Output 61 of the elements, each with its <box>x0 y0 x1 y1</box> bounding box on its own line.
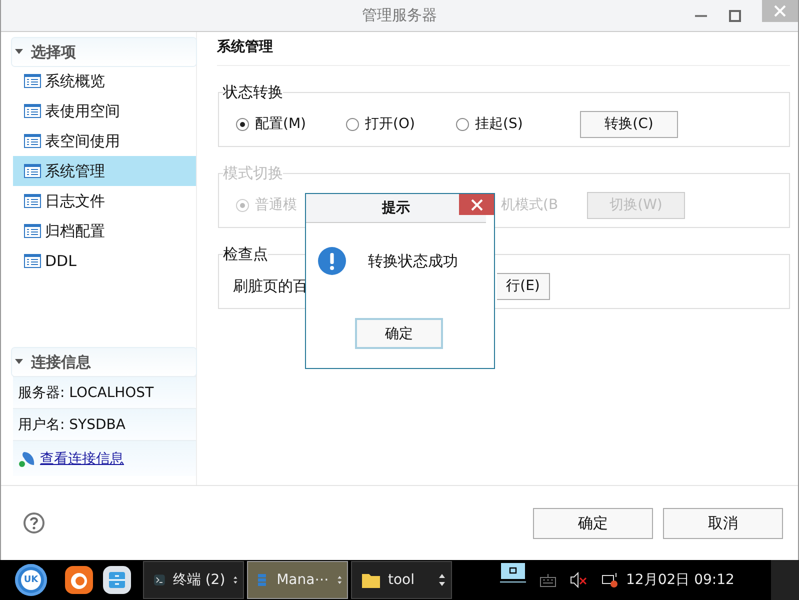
radio-label: 普通模 <box>255 196 297 214</box>
workspace-icon[interactable] <box>500 562 526 584</box>
group-title: 状态转换 <box>223 83 283 102</box>
info-text: 用户名: SYSDBA <box>18 416 126 434</box>
ok-button[interactable]: 确定 <box>355 318 443 349</box>
muted-speaker-icon[interactable] <box>570 572 588 588</box>
browser-icon[interactable] <box>65 566 93 594</box>
list-icon <box>24 224 41 238</box>
info-text: 服务器: LOCALHOST <box>18 384 154 402</box>
list-icon <box>24 104 41 118</box>
dialog-button[interactable]: 确定 <box>533 508 653 538</box>
dialog-button[interactable]: 取消 <box>663 508 783 538</box>
radio-label: 打开(O) <box>365 115 415 133</box>
field-label: 刷脏页的百 <box>233 276 309 296</box>
section-header[interactable]: 连接信息 <box>12 348 196 376</box>
taskbar-button[interactable]: Mana⋯ <box>247 561 348 599</box>
close-button[interactable] <box>459 194 494 215</box>
group-title: 检查点 <box>223 245 268 264</box>
radio-button[interactable] <box>236 118 249 130</box>
spinner-arrows-icon <box>438 572 446 588</box>
list-icon <box>24 254 41 268</box>
sidebar-item[interactable]: 系统概览 <box>13 66 196 96</box>
keyboard-icon[interactable] <box>540 573 556 587</box>
list-icon <box>24 194 41 208</box>
sidebar-item[interactable]: DDL <box>13 246 196 276</box>
convert-button[interactable]: 转换(C) <box>580 110 678 138</box>
help-icon[interactable] <box>23 512 45 534</box>
sidebar-item[interactable]: 归档配置 <box>13 216 196 246</box>
sidebar-item[interactable]: 系统管理 <box>13 156 196 186</box>
caret-icon[interactable] <box>15 359 23 365</box>
taskbar-button[interactable]: 终端 (2) <box>143 561 244 599</box>
dialog-message: 转换状态成功 <box>368 252 458 270</box>
file-cabinet-icon[interactable] <box>103 566 131 594</box>
sidebar-item[interactable]: 日志文件 <box>13 186 196 216</box>
close-icon[interactable] <box>470 198 482 210</box>
group-title: 模式切换 <box>223 164 283 183</box>
node-icon <box>18 450 36 468</box>
list-icon <box>24 74 41 88</box>
radio-label: 挂起(S) <box>475 115 523 133</box>
execute-button[interactable]: 行(E) <box>497 272 550 300</box>
taskbar-button[interactable]: tool <box>351 561 452 599</box>
radio-button[interactable] <box>456 118 469 130</box>
start-button[interactable]: UK <box>15 564 47 596</box>
section-title: 系统管理 <box>217 32 790 66</box>
radio-label: 配置(M) <box>255 115 306 133</box>
sidebar-item[interactable]: 表使用空间 <box>13 96 196 126</box>
radio-button[interactable] <box>346 118 359 130</box>
dialog-title: 提示 <box>382 199 410 217</box>
caret-icon[interactable] <box>15 49 23 55</box>
network-icon[interactable] <box>602 572 620 588</box>
maximize-icon[interactable] <box>728 8 742 22</box>
clock[interactable]: 12月02日 09:12 <box>626 571 734 589</box>
info-icon <box>318 247 346 275</box>
folder-icon <box>362 572 380 588</box>
app-icon <box>258 571 269 589</box>
list-icon <box>24 134 41 148</box>
window-title: 管理服务器 <box>361 6 438 25</box>
section-header[interactable]: 选择项 <box>12 38 196 66</box>
list-icon <box>24 164 41 178</box>
sidebar-item[interactable]: 表空间使用 <box>13 126 196 156</box>
radio-label: 机模式(B <box>501 196 560 214</box>
